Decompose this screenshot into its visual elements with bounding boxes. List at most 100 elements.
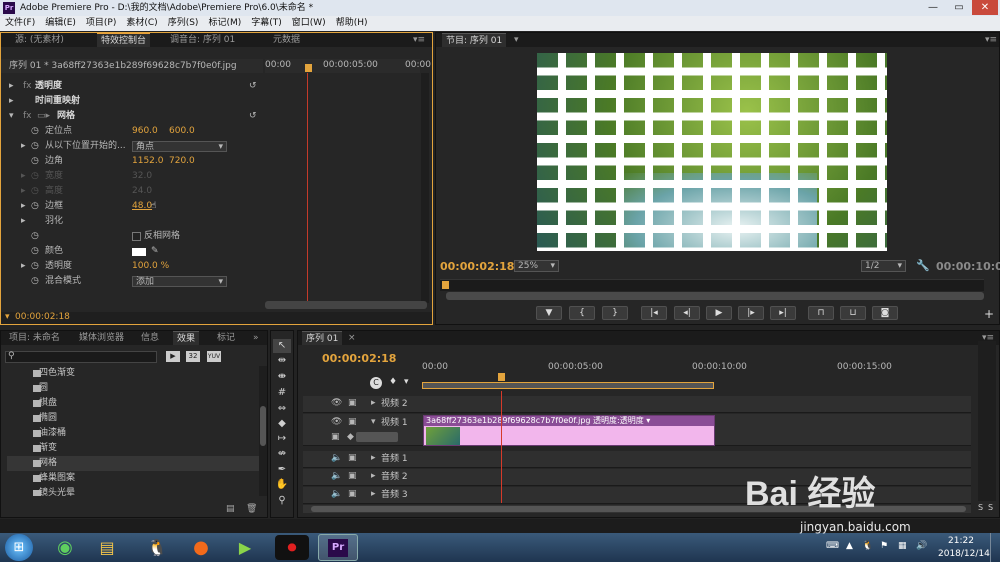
program-zoom-bar[interactable] xyxy=(446,292,984,300)
set-marker-icon[interactable]: ♦ xyxy=(389,377,397,387)
firefox-icon[interactable]: ● xyxy=(184,535,218,560)
tab-sequence[interactable]: 序列 01 xyxy=(302,331,343,345)
delete-icon[interactable]: 🗑 xyxy=(246,504,257,514)
tab-media-browser[interactable]: 媒体浏览器 xyxy=(75,331,128,345)
stopwatch-icon[interactable]: ◷ xyxy=(31,244,39,259)
speaker-icon[interactable]: 🔈 xyxy=(331,471,342,481)
list-item[interactable]: 棋盘 xyxy=(7,396,259,411)
ec-v-scrollbar[interactable] xyxy=(421,73,429,303)
menu-clip[interactable]: 素材(C) xyxy=(121,16,162,31)
ec-h-scrollbar[interactable] xyxy=(265,301,427,309)
panel-menu-icon[interactable]: ▾≡ xyxy=(409,33,429,47)
ec-playhead-icon[interactable] xyxy=(305,64,312,72)
invert-checkbox[interactable] xyxy=(132,232,141,241)
close-tab-icon[interactable]: × xyxy=(344,331,360,345)
reset-icon[interactable]: ↺ xyxy=(249,109,257,124)
extract-button[interactable]: ⊔ xyxy=(840,306,866,320)
opacity-value[interactable]: 100.0 % xyxy=(132,259,169,274)
effects-scrollbar[interactable] xyxy=(259,366,267,496)
new-folder-icon[interactable]: ▤ xyxy=(226,504,235,514)
stopwatch-icon[interactable]: ◷ xyxy=(31,124,39,139)
speaker-icon[interactable]: 🔈 xyxy=(331,489,342,499)
menu-file[interactable]: 文件(F) xyxy=(0,16,40,31)
record-icon[interactable]: ⏺ xyxy=(275,535,309,560)
32bit-icon[interactable]: 32 xyxy=(186,351,200,362)
lift-button[interactable]: ⊓ xyxy=(808,306,834,320)
anchor-y[interactable]: 600.0 xyxy=(169,124,195,139)
tab-effects[interactable]: 效果 xyxy=(173,331,200,345)
qq-icon[interactable]: 🐧 xyxy=(140,535,174,560)
border-value[interactable]: 48.0 xyxy=(132,199,152,214)
list-item[interactable]: 镜头光晕 xyxy=(7,486,259,496)
tab-audio-mixer[interactable]: 调音台: 序列 01 xyxy=(166,33,239,47)
export-frame-button[interactable]: ◙ xyxy=(872,306,898,320)
menu-marker[interactable]: 标记(M) xyxy=(203,16,246,31)
fx-opacity-row[interactable]: ▸ fx 透明度 ↺ xyxy=(1,79,263,94)
list-item[interactable]: 圆 xyxy=(7,381,259,396)
display-style-icon[interactable]: ▣ xyxy=(331,432,340,442)
close-button[interactable]: ✕ xyxy=(972,0,998,15)
step-forward-button[interactable]: |▸ xyxy=(738,306,764,320)
timeline-ruler[interactable]: 00:00 00:00:05:00 00:00:10:00 00:00:15:0… xyxy=(422,361,962,391)
stopwatch-icon[interactable]: ◷ xyxy=(31,229,39,244)
add-marker-icon[interactable]: ▾ xyxy=(404,377,409,387)
color-swatch[interactable] xyxy=(132,248,146,256)
lock-icon[interactable]: ▣ xyxy=(348,453,357,463)
tab-program[interactable]: 节目: 序列 01 xyxy=(442,33,507,47)
list-item[interactable]: 油漆桶 xyxy=(7,426,259,441)
tray-network-icon[interactable]: ▦ xyxy=(898,541,907,551)
stopwatch-icon[interactable]: ◷ xyxy=(31,139,39,154)
start-button[interactable]: ⊞ xyxy=(5,534,33,561)
tab-info[interactable]: 信息 xyxy=(137,331,163,345)
expand-icon[interactable]: ▸ xyxy=(371,453,376,463)
program-playhead-icon[interactable] xyxy=(442,281,449,289)
tray-qq-icon[interactable]: 🐧 xyxy=(862,541,873,551)
selection-tool-icon[interactable]: ↖ xyxy=(273,339,291,353)
clock-time[interactable]: 21:22 xyxy=(948,536,974,546)
eye-icon[interactable]: 👁 xyxy=(331,417,342,427)
zoom-dropdown[interactable]: 25% ▾ xyxy=(514,260,559,272)
expand-icon[interactable]: ▸ xyxy=(371,489,376,499)
track-video-2[interactable]: 👁 ▣ ▸ 视频 2 xyxy=(303,396,971,413)
list-item[interactable]: 蜂巢图案 xyxy=(7,471,259,486)
clock-date[interactable]: 2018/12/14 xyxy=(938,549,990,559)
maximize-button[interactable]: ▭ xyxy=(946,0,972,15)
stopwatch-icon[interactable]: ◷ xyxy=(31,259,39,274)
panel-menu-icon[interactable]: ▾≡ xyxy=(981,33,1000,47)
corner-x[interactable]: 1152.0 xyxy=(132,154,164,169)
resolution-dropdown[interactable]: 1/2 ▾ xyxy=(861,260,906,272)
snap-icon[interactable]: C xyxy=(370,377,382,389)
lock-icon[interactable]: ▣ xyxy=(348,398,357,408)
mark-out-button[interactable]: } xyxy=(602,306,628,320)
zoom-tool-icon[interactable]: ⚲ xyxy=(273,494,291,508)
slide-tool-icon[interactable]: ⇎ xyxy=(273,447,291,461)
pen-tool-icon[interactable]: ✒ xyxy=(273,463,291,477)
ec-ruler[interactable]: 00:00 00:00:05:00 00:00 xyxy=(265,59,431,73)
menu-window[interactable]: 窗口(W) xyxy=(287,16,331,31)
track-select-tool-icon[interactable]: ⇹ xyxy=(273,354,291,368)
accelerated-icon[interactable]: ▶ xyxy=(166,351,180,362)
step-back-button[interactable]: ◂| xyxy=(674,306,700,320)
program-timecode[interactable]: 00:00:02:18 xyxy=(440,260,514,273)
go-to-in-button[interactable]: |◂ xyxy=(641,306,667,320)
slip-tool-icon[interactable]: ↦ xyxy=(273,432,291,446)
wrench-icon[interactable]: 🔧 xyxy=(916,259,930,272)
timeline-timecode[interactable]: 00:00:02:18 xyxy=(322,352,396,365)
ec-timecode[interactable]: 00:00:02:18 xyxy=(15,312,70,322)
list-item-selected[interactable]: 网格 xyxy=(7,456,259,471)
tray-keyboard-icon[interactable]: ⌨ xyxy=(826,541,839,551)
menu-title[interactable]: 字幕(T) xyxy=(246,16,287,31)
stopwatch-icon[interactable]: ◷ xyxy=(31,154,39,169)
keyframe-nav-button[interactable] xyxy=(356,432,398,442)
blend-mode-dropdown[interactable]: 添加 ▾ xyxy=(132,276,227,287)
menu-sequence[interactable]: 序列(S) xyxy=(163,16,204,31)
expand-icon[interactable]: ▸ xyxy=(371,398,376,408)
timeline-v-scrollbar[interactable] xyxy=(978,341,996,501)
program-menu-icon[interactable]: ▾ xyxy=(510,33,523,47)
camtasia-icon[interactable]: ▶ xyxy=(228,535,262,560)
panel-menu-icon[interactable]: » xyxy=(249,331,263,345)
tab-metadata[interactable]: 元数据 xyxy=(269,33,304,47)
tray-up-icon[interactable]: ▲ xyxy=(846,541,853,551)
yuv-icon[interactable]: YUV xyxy=(207,351,221,362)
program-video-frame[interactable] xyxy=(537,53,887,251)
